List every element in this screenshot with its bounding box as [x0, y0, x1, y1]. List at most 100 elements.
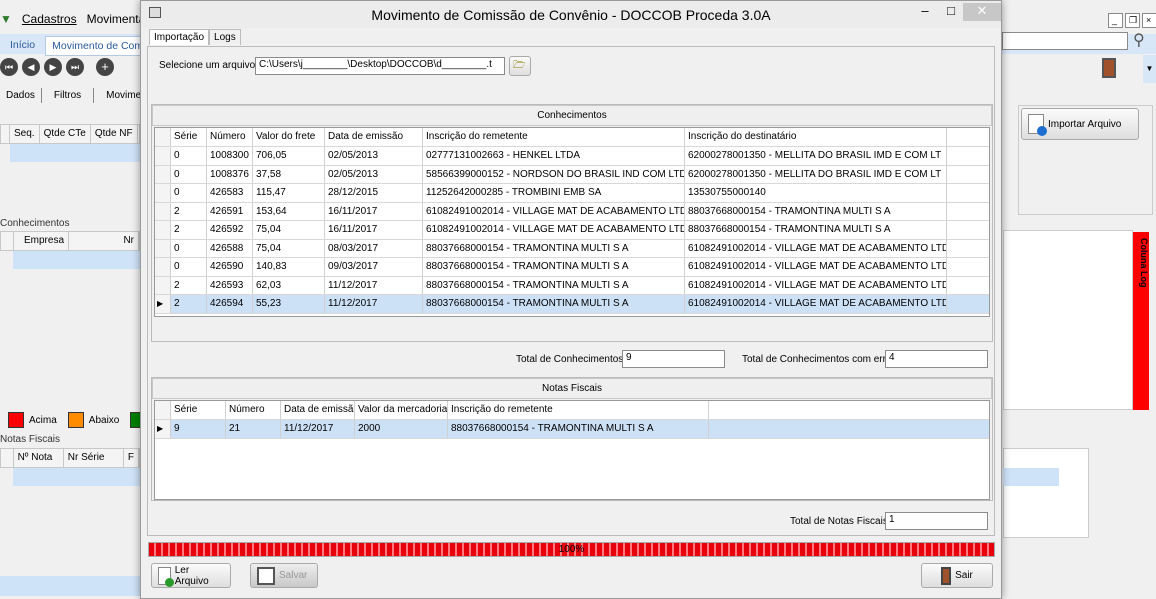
bg-grid2-row[interactable] [13, 251, 140, 269]
bg-grid2-header: Empresa Nr [0, 231, 140, 251]
column-header[interactable]: Série [171, 128, 207, 146]
tab-importacao[interactable]: Importação [149, 29, 210, 45]
exit-button[interactable]: Sair [921, 563, 993, 588]
table-row[interactable]: 2 426592 75,04 16/11/2017 61082491002014 - V… [155, 221, 989, 240]
legend-acima: Acima [29, 414, 57, 426]
subtab-filtros[interactable]: Filtros [42, 88, 95, 103]
minimize-icon[interactable]: _ [1108, 13, 1123, 28]
table-row[interactable]: 0 1008376 37,58 02/05/2013 58566399000152 - … [155, 165, 989, 184]
row-indicator[interactable] [155, 128, 171, 146]
row-indicator[interactable] [155, 276, 171, 294]
column-header[interactable]: Número [207, 128, 253, 146]
column-header[interactable]: Data de emissão [281, 401, 355, 419]
tab-inicio[interactable]: Início [4, 36, 41, 56]
import-file-button[interactable]: Importar Arquivo [1021, 108, 1139, 140]
cell: 02777131002663 - HENKEL LTDA [423, 147, 685, 165]
status-bar [0, 576, 140, 596]
tab-logs[interactable]: Logs [209, 29, 241, 45]
table-row[interactable]: ▶ 2 426594 55,23 11/12/2017 88037668000154 - … [155, 295, 989, 314]
read-file-label: Ler Arquivo [174, 564, 209, 587]
search-icon[interactable]: ⚲ [1133, 30, 1145, 50]
table-row[interactable]: 0 426590 140,83 09/03/2017 88037668000154 - … [155, 258, 989, 277]
next-icon[interactable]: ▶ [44, 58, 62, 76]
add-icon[interactable]: + [96, 58, 114, 76]
cell: 1008300 [207, 147, 253, 165]
cell: 11252642000285 - TROMBINI EMB SA [423, 184, 685, 202]
close-icon[interactable]: × [1142, 13, 1156, 28]
row-indicator[interactable] [155, 202, 171, 220]
tabs: Importação Logs [149, 29, 241, 45]
folder-open-icon: 🗁 [513, 59, 526, 71]
column-header[interactable]: Número [226, 401, 281, 419]
column-header[interactable]: Inscrição do destinatário [685, 128, 947, 146]
total-conhecimentos-field[interactable]: 9 [622, 350, 725, 368]
notas-header: Notas Fiscais [152, 378, 992, 399]
cell: 706,05 [253, 147, 325, 165]
row-indicator[interactable]: ▶ [155, 420, 171, 438]
nav-toolbar: ⏮ ◀ ▶ ⏭ + [0, 58, 114, 76]
row-indicator[interactable]: ▶ [155, 295, 171, 313]
search-input[interactable] [1002, 32, 1128, 50]
column-header[interactable]: Valor da mercadoria [355, 401, 448, 419]
table-row[interactable]: 0 1008300 706,05 02/05/2013 02777131002663 -… [155, 147, 989, 166]
cell: 88037668000154 - TRAMONTINA MULTI S A [685, 221, 947, 239]
column-header[interactable]: Inscrição do remetente [448, 401, 709, 419]
row-indicator[interactable] [155, 239, 171, 257]
last-icon[interactable]: ⏭ [66, 58, 84, 76]
file-path-input[interactable]: C:\Users\j________\Desktop\DOCCOB\d_____… [255, 57, 505, 75]
row-indicator[interactable] [155, 147, 171, 165]
progress-label: 100% [558, 544, 585, 555]
cell: 09/03/2017 [325, 258, 423, 276]
col-nr: Nr [69, 232, 139, 250]
column-header[interactable]: Valor do frete [253, 128, 325, 146]
row-indicator[interactable] [155, 165, 171, 183]
exit-door-icon[interactable] [1102, 58, 1116, 78]
row-indicator[interactable] [155, 221, 171, 239]
bg-notas-label: Notas Fiscais [0, 434, 61, 445]
cell: 62000278001350 - MELLITA DO BRASIL IMD E… [685, 147, 947, 165]
col-f: F [124, 449, 139, 467]
menu-cadastros[interactable]: Cadastros [22, 12, 77, 26]
column-header[interactable]: Inscrição do remetente [423, 128, 685, 146]
bg-grid3-row[interactable] [13, 468, 140, 486]
table-row[interactable]: ▶ 9 21 11/12/2017 2000 88037668000154 - TRAMO… [155, 420, 989, 439]
save-disk-icon [257, 566, 275, 585]
header-row: Série Número Valor do frete Data de emissão… [155, 128, 989, 147]
first-icon[interactable]: ⏮ [0, 58, 18, 76]
cell: 0 [171, 165, 207, 183]
restore-icon[interactable]: ❐ [1125, 13, 1140, 28]
total-erro-field[interactable]: 4 [885, 350, 988, 368]
cell: 58566399000152 - NORDSON DO BRASIL IND C… [423, 165, 685, 183]
row-indicator[interactable] [155, 184, 171, 202]
row-indicator[interactable] [155, 401, 171, 419]
close-button[interactable]: ✕ [963, 3, 1001, 21]
total-notas-field[interactable]: 1 [885, 512, 988, 530]
cell: 140,83 [253, 258, 325, 276]
table-row[interactable]: 2 426593 62,03 11/12/2017 88037668000154 - T… [155, 276, 989, 295]
bg-grid-row[interactable] [10, 144, 140, 162]
cell: 426593 [207, 276, 253, 294]
row-indicator[interactable] [155, 258, 171, 276]
cell: 21 [226, 420, 281, 438]
cell: 61082491002014 - VILLAGE MAT DE ACABAMEN… [685, 276, 947, 294]
read-file-button[interactable]: Ler Arquivo [151, 563, 231, 588]
save-button[interactable]: Salvar [250, 563, 318, 588]
cell: 13530755000140 [685, 184, 947, 202]
table-row[interactable]: 0 426588 75,04 08/03/2017 88037668000154 - T… [155, 239, 989, 258]
col-qtde-nf: Qtde NF [91, 125, 138, 143]
maximize-button[interactable]: □ [937, 3, 965, 21]
cell: 75,04 [253, 239, 325, 257]
minimize-button[interactable]: – [911, 3, 939, 21]
cell: 02/05/2013 [325, 147, 423, 165]
column-header[interactable]: Série [171, 401, 226, 419]
cell: 2 [171, 295, 207, 313]
column-header[interactable]: Data de emissão [325, 128, 423, 146]
browse-folder-button[interactable]: 🗁 [509, 56, 531, 76]
subtab-dados[interactable]: Dados [0, 88, 42, 103]
table-row[interactable]: 0 426583 115,47 28/12/2015 11252642000285 - … [155, 184, 989, 203]
table-row[interactable]: 2 426591 153,64 16/11/2017 61082491002014 - … [155, 202, 989, 221]
col-serie: Nr Série [64, 449, 124, 467]
dropdown-icon[interactable]: ▼ [1143, 55, 1156, 83]
prev-icon[interactable]: ◀ [22, 58, 40, 76]
cell: 75,04 [253, 221, 325, 239]
